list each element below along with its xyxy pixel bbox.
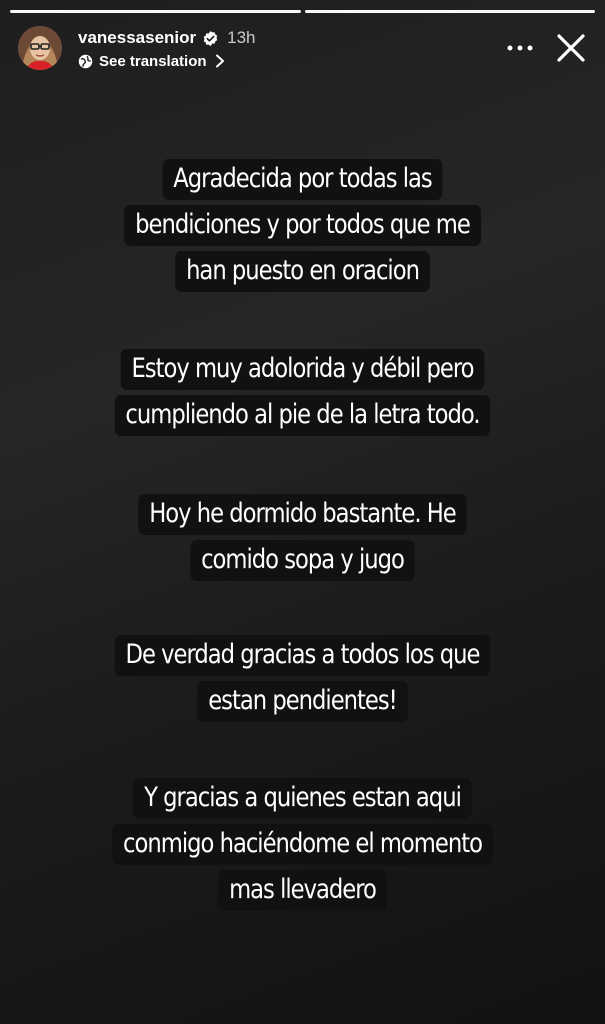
avatar-image	[18, 26, 62, 70]
story-text-paragraph-5: Y gracias a quienes estan aqui conmigo h…	[48, 775, 556, 913]
text-line: Agradecida por todas las	[48, 156, 556, 202]
text-line: Hoy he dormido bastante. He	[48, 491, 556, 537]
progress-segment-1	[10, 10, 301, 13]
post-time: 13h	[227, 28, 256, 47]
text-line: han puesto en oracion	[48, 248, 556, 294]
progress-segment-2	[304, 10, 595, 13]
story-text-paragraph-2: Estoy muy adolorida y débil pero cumplie…	[48, 346, 556, 438]
text-line: bendiciones y por todos que me	[48, 202, 556, 248]
text-line: De verdad gracias a todos los que	[48, 632, 556, 678]
story-text-paragraph-4: De verdad gracias a todos los que estan …	[48, 632, 556, 724]
story-progress-bar	[10, 10, 595, 13]
text-line: comido sopa y jugo	[48, 537, 556, 583]
story-header: vanessasenior 13h See translation	[16, 24, 595, 74]
progress-fill-2	[304, 10, 595, 13]
text-line: conmigo haciéndome el momento	[48, 821, 556, 867]
globe-icon	[78, 54, 93, 69]
verified-badge-icon	[202, 30, 219, 47]
see-translation-label: See translation	[99, 52, 207, 70]
text-line: Y gracias a quienes estan aqui	[48, 775, 556, 821]
progress-fill-1	[10, 10, 301, 13]
chevron-right-icon	[215, 54, 225, 68]
username[interactable]: vanessasenior	[78, 28, 196, 48]
username-row: vanessasenior 13h	[78, 26, 256, 50]
text-line: Estoy muy adolorida y débil pero	[48, 346, 556, 392]
more-options-icon[interactable]	[505, 36, 535, 60]
close-icon[interactable]	[553, 30, 589, 66]
story-text-paragraph-1: Agradecida por todas las bendiciones y p…	[48, 156, 556, 294]
see-translation-link[interactable]: See translation	[78, 51, 225, 71]
avatar[interactable]	[18, 26, 62, 70]
story-viewer[interactable]: vanessasenior 13h See translation Agrade…	[0, 0, 605, 1024]
text-line: estan pendientes!	[48, 678, 556, 724]
story-text-paragraph-3: Hoy he dormido bastante. He comido sopa …	[48, 491, 556, 583]
text-line: cumpliendo al pie de la letra todo.	[48, 392, 556, 438]
text-line: mas llevadero	[48, 867, 556, 913]
